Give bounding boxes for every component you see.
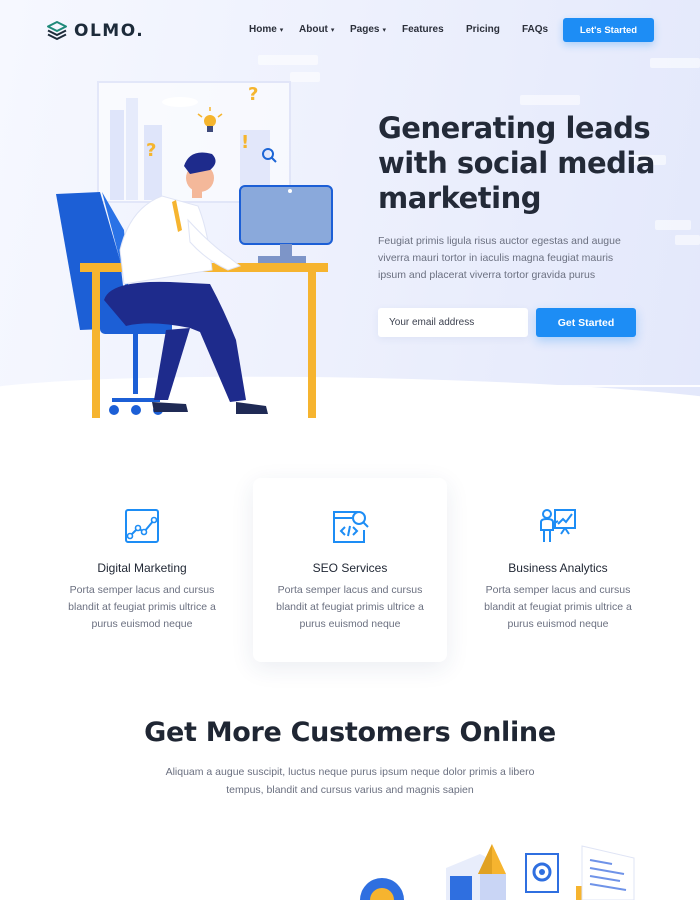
svg-text:?: ? xyxy=(146,140,156,161)
logo[interactable]: OLMO. xyxy=(46,20,144,42)
service-card-seo-services[interactable]: SEO Services Porta semper lacus and curs… xyxy=(253,478,447,662)
decorative-bar xyxy=(520,95,580,105)
section-description: Aliquam a augue suscipit, luctus neque p… xyxy=(165,766,535,796)
nav-item-pricing[interactable]: Pricing xyxy=(466,24,500,35)
nav-item-label: Pages xyxy=(350,24,380,35)
layers-logo-icon xyxy=(47,21,67,40)
service-title: Business Analytics xyxy=(508,561,608,575)
section-title: Get More Customers Online xyxy=(144,717,556,748)
svg-text:!: ! xyxy=(241,132,249,153)
caret-down-icon: ▾ xyxy=(382,26,386,34)
service-title: SEO Services xyxy=(312,561,388,575)
nav-item-label: Features xyxy=(402,24,444,35)
logo-text: OLMO. xyxy=(74,21,145,41)
nav-item-label: About xyxy=(299,24,328,35)
svg-text:?: ? xyxy=(248,84,258,105)
nav-item-label: Home xyxy=(249,24,277,35)
decorative-bar xyxy=(675,235,700,245)
nav-item-home[interactable]: Home ▾ xyxy=(249,24,283,35)
service-description: Porta semper lacus and cursus blandit at… xyxy=(484,584,632,630)
lets-started-button[interactable]: Let's Started xyxy=(563,18,654,42)
service-card-digital-marketing[interactable]: Digital Marketing Porta semper lacus and… xyxy=(45,478,239,662)
service-description: Porta semper lacus and cursus blandit at… xyxy=(276,584,424,630)
nav-item-about[interactable]: About ▾ xyxy=(299,24,334,35)
email-input[interactable] xyxy=(378,308,528,337)
get-started-button[interactable]: Get Started xyxy=(536,308,636,337)
service-card-business-analytics[interactable]: Business Analytics Porta semper lacus an… xyxy=(461,478,655,662)
nav-item-label: FAQs xyxy=(522,24,549,35)
hero-title: Generating leads with social media marke… xyxy=(378,111,655,215)
isometric-illustration xyxy=(360,844,635,900)
nav-item-pages[interactable]: Pages ▾ xyxy=(350,24,386,35)
presentation-icon xyxy=(540,509,576,542)
service-title: Digital Marketing xyxy=(97,561,187,575)
hero-illustration: ? ? ! xyxy=(56,81,333,418)
nav-item-features[interactable]: Features xyxy=(402,24,444,35)
decorative-bar xyxy=(655,220,691,230)
caret-down-icon: ▾ xyxy=(279,26,284,34)
caret-down-icon: ▾ xyxy=(330,26,335,34)
hero-description: Feugiat primis ligula risus auctor egest… xyxy=(378,235,621,281)
seo-browser-icon xyxy=(333,511,369,543)
service-description: Porta semper lacus and cursus blandit at… xyxy=(68,584,216,630)
chart-line-icon xyxy=(125,509,159,543)
nav-item-faqs[interactable]: FAQs xyxy=(522,24,548,35)
navbar: OLMO. Home ▾ About ▾ Pages ▾ Features Prici… xyxy=(0,0,700,60)
nav-item-label: Pricing xyxy=(466,24,500,35)
